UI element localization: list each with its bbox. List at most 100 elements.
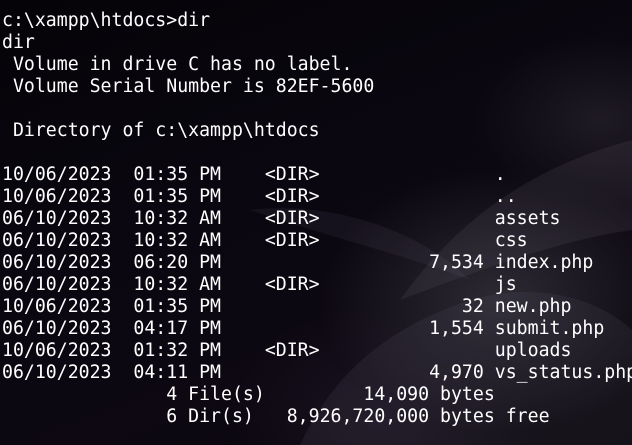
entry-size [320, 274, 484, 295]
entry-date: 06/10/2023 [2, 252, 112, 273]
console-output[interactable]: c:\xampp\htdocs>dir dir Volume in drive C… [2, 10, 632, 428]
entry-name: index.php [494, 252, 594, 273]
entry-type: <DIR> [264, 274, 320, 295]
entry-name: vs_status.php [494, 362, 632, 383]
entry-time: 01:35 PM [133, 186, 222, 207]
entry-type: <DIR> [264, 230, 320, 251]
entry-type [265, 362, 320, 383]
files-summary-line: 4 File(s) 14,090 bytes [2, 384, 632, 406]
directory-listing: 10/06/2023 01:35 PM <DIR> . 10/06/2023 01… [2, 164, 632, 384]
entry-time: 10:32 AM [133, 208, 222, 229]
command-line: c:\xampp\htdocs>dir [2, 10, 632, 32]
entry-date: 06/10/2023 [2, 208, 112, 229]
entry-type: <DIR> [264, 186, 320, 207]
entry-size [320, 186, 484, 207]
listing-row: 10/06/2023 01:35 PM <DIR> .. [2, 186, 632, 208]
entry-size [320, 208, 484, 229]
listing-row: 10/06/2023 01:35 PM 32 new.php [2, 296, 632, 318]
entry-name: assets [494, 208, 561, 229]
entry-type: <DIR> [264, 340, 320, 361]
entry-date: 06/10/2023 [2, 362, 112, 383]
listing-row: 10/06/2023 01:35 PM <DIR> . [2, 164, 632, 186]
entry-date: 10/06/2023 [2, 186, 112, 207]
files-unit: bytes [440, 384, 495, 405]
listing-row: 06/10/2023 10:32 AM <DIR> css [2, 230, 632, 252]
pad [254, 406, 287, 427]
entry-size [320, 164, 484, 185]
entry-size: 7,534 [319, 252, 484, 273]
echo-line: dir [2, 32, 35, 53]
entry-time: 04:11 PM [133, 362, 222, 383]
entry-type: <DIR> [264, 208, 320, 229]
pad [265, 384, 364, 405]
listing-row: 06/10/2023 06:20 PM 7,534 index.php [2, 252, 632, 274]
entry-type [265, 296, 320, 317]
entry-name: submit.php [494, 318, 605, 339]
entry-name: css [494, 230, 528, 251]
entry-date: 06/10/2023 [2, 230, 112, 251]
entry-time: 01:32 PM [133, 340, 222, 361]
entry-date: 10/06/2023 [2, 164, 112, 185]
dirs-bytes: 8,926,720,000 [286, 406, 430, 427]
entry-size [320, 340, 484, 361]
volume-serial-line: Volume Serial Number is 82EF-5600 [2, 76, 375, 97]
entry-time: 06:20 PM [133, 252, 222, 273]
dirs-summary-line: 6 Dir(s) 8,926,720,000 bytes free [2, 406, 632, 428]
files-count: 4 [166, 384, 178, 405]
entry-date: 10/06/2023 [2, 340, 112, 361]
listing-row: 06/10/2023 10:32 AM <DIR> assets [2, 208, 632, 230]
summary-indent [2, 406, 166, 427]
entry-name: .. [494, 186, 517, 207]
entry-time: 04:17 PM [133, 318, 222, 339]
dirs-label: Dir(s) [188, 406, 254, 427]
directory-line: Directory of c:\xampp\htdocs [2, 120, 320, 141]
files-label: File(s) [188, 384, 265, 405]
listing-row: 06/10/2023 10:32 AM <DIR> js [2, 274, 632, 296]
entry-type [265, 318, 320, 339]
entry-type [265, 252, 320, 273]
entry-name: new.php [494, 296, 572, 317]
entry-date: 10/06/2023 [2, 296, 112, 317]
entry-name: . [494, 164, 506, 185]
entry-time: 10:32 AM [133, 230, 222, 251]
prompt: c:\xampp\htdocs> [2, 10, 178, 31]
entry-date: 06/10/2023 [2, 318, 112, 339]
volume-label-line: Volume in drive C has no label. [2, 54, 353, 75]
entry-time: 01:35 PM [133, 296, 222, 317]
dirs-count: 6 [166, 406, 178, 427]
entry-size [320, 230, 484, 251]
command-text: dir [177, 10, 211, 31]
files-bytes: 14,090 [363, 384, 430, 405]
terminal-window[interactable]: c:\xampp\htdocs>dir dir Volume in drive C… [0, 0, 632, 445]
entry-date: 06/10/2023 [2, 274, 112, 295]
listing-row: 10/06/2023 01:32 PM <DIR> uploads [2, 340, 632, 362]
